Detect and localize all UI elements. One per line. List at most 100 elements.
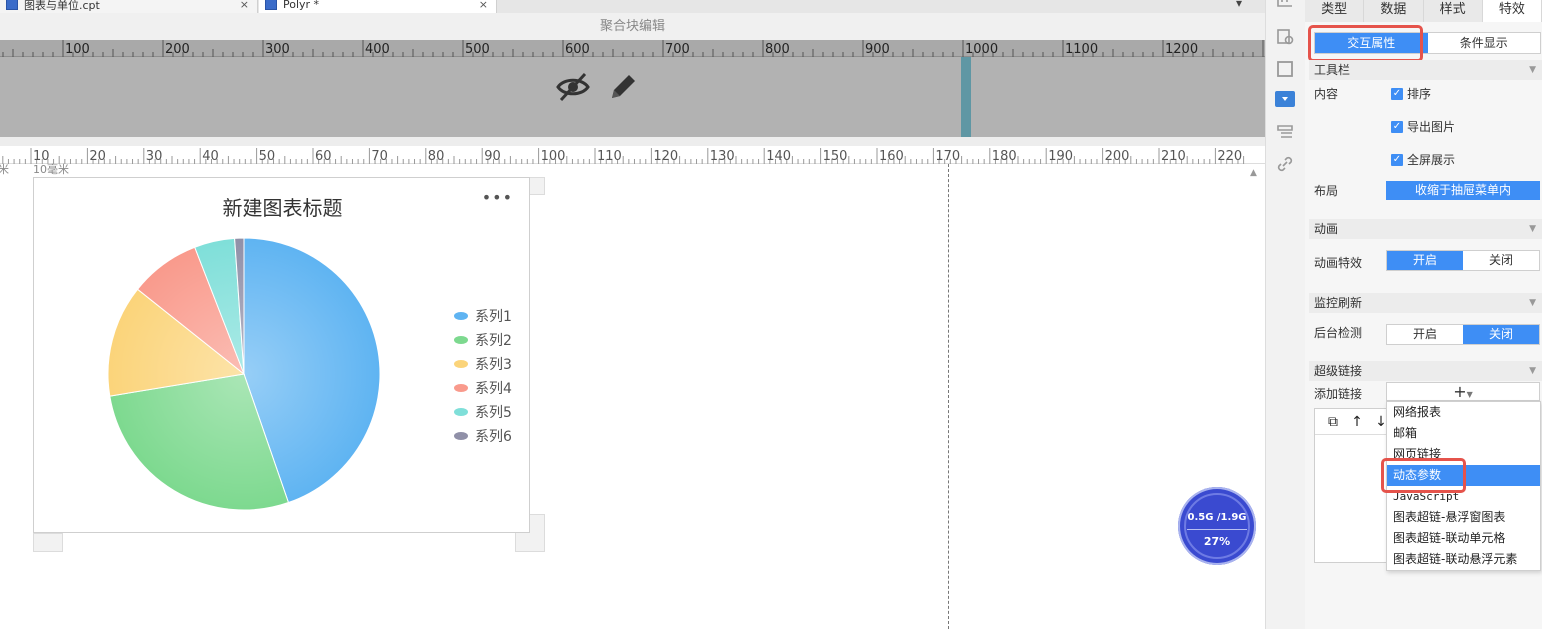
ruler-tick-label: 800 [765,42,790,57]
tab-menu-icon[interactable]: ▾ [1236,0,1242,10]
chart-title: 新建图表标题 [222,196,343,220]
legend-swatch-icon [454,432,468,440]
legend-swatch-icon [454,312,468,320]
tab-data[interactable]: 数据 [1364,0,1424,22]
chart-widget[interactable]: 新建图表标题 ••• 系列1 系列2 系列3 系列4 系列5 系列6 [33,177,530,533]
editor-separator [0,137,1265,146]
pixel-ruler: 100 200 300 400 500 600 700 800 900 1000 1100 1200 [0,40,1265,57]
chart-more-menu-icon[interactable]: ••• [482,188,513,207]
block-width-marker[interactable] [961,57,971,137]
highlight-annotation [1308,25,1423,62]
ruler-tick-label: 200 [165,42,190,57]
add-link-button[interactable]: +▼ [1386,382,1540,401]
tab-type[interactable]: 类型 [1305,0,1365,22]
legend-label: 系列6 [475,429,512,445]
legend-entry[interactable]: 系列2 [454,328,512,352]
cell-attribute-icon[interactable] [1276,0,1294,12]
fullscreen-checkbox[interactable]: ✓ 全屏展示 [1391,151,1455,168]
checkbox-label: 全屏展示 [1407,153,1456,167]
collapse-caret-icon[interactable]: ▼ [1529,60,1536,80]
legend-label: 系列2 [475,333,512,349]
legend-entry[interactable]: 系列5 [454,400,512,424]
section-title: 超级链接 [1314,364,1363,378]
close-tab-icon[interactable]: × [240,0,249,11]
tab-conditional-display[interactable]: 条件显示 [1428,33,1541,53]
ruler-tick-label: 120 [653,149,678,164]
collapse-caret-icon[interactable]: ▼ [1529,293,1536,313]
collapse-caret-icon[interactable]: ▼ [1529,361,1536,381]
frame-icon[interactable] [1276,60,1294,78]
ruler-tick-label: 700 [665,42,690,57]
ruler-tick-label: 210 [1161,149,1186,164]
legend-entry[interactable]: 系列3 [454,352,512,376]
toolbar-section-header[interactable]: 工具栏 ▼ [1309,60,1542,80]
add-link-label: 添加链接 [1314,387,1363,401]
link-option-chart-linked-cell[interactable]: 图表超链-联动单元格 [1387,528,1540,549]
checkmark-icon[interactable]: ✓ [1391,153,1403,166]
document-tab-polyr[interactable]: Polyr * × [259,0,497,13]
document-tab-label: 图表与单位.cpt [24,0,100,12]
move-up-icon[interactable]: ↑ [1345,414,1369,430]
ruler-unit-label: 10毫米 [33,163,69,176]
link-option-chart-linked-float[interactable]: 图表超链-联动悬浮元素 [1387,549,1540,570]
scroll-up-arrow-icon[interactable]: ▲ [1250,168,1257,178]
document-tab-chart-units[interactable]: 图表与单位.cpt × [0,0,258,13]
ruler-tick-label: 20 [89,149,106,164]
tab-effects[interactable]: 特效 [1482,0,1542,22]
widget-settings-icon[interactable] [1276,28,1294,46]
dropdown-arrow-icon: ▼ [1466,390,1473,399]
report-file-icon [265,0,277,10]
memory-ring [1184,493,1250,559]
chart-properties-icon[interactable] [1275,91,1295,107]
content-label: 内容 [1314,87,1339,101]
millimeter-ruler: 10 20 30 40 50 60 70 80 90 100 110 120 130 140 150 160 1… [0,146,1265,164]
section-title: 工具栏 [1314,63,1351,77]
hyperlink-section-header[interactable]: 超级链接 ▼ [1309,361,1542,381]
section-title: 监控刷新 [1314,296,1363,310]
hide-eye-icon[interactable] [555,71,591,103]
animation-off-button[interactable]: 关闭 [1463,251,1539,270]
ruler-tick-label: 40 [202,149,219,164]
link-option-chart-popup[interactable]: 图表超链-悬浮窗图表 [1387,507,1540,528]
highlight-annotation [1381,458,1466,493]
copy-icon[interactable]: ⧉ [1321,414,1345,430]
checkmark-icon[interactable]: ✓ [1391,120,1403,133]
hyperlink-icon[interactable] [1276,155,1294,173]
ruler-tick-label: 30 [146,149,163,164]
checkmark-icon[interactable]: ✓ [1391,87,1403,100]
animation-on-button[interactable]: 开启 [1387,251,1463,270]
legend-entry[interactable]: 系列1 [454,304,512,328]
monitor-on-button[interactable]: 开启 [1387,325,1463,344]
ruler-tick-label: 110 [597,149,622,164]
link-option-email[interactable]: 邮箱 [1387,423,1540,444]
close-tab-icon[interactable]: × [479,0,488,11]
monitor-off-button[interactable]: 关闭 [1463,325,1539,344]
ruler-tick-label: 100 [65,42,90,57]
data-list-icon[interactable] [1276,123,1294,141]
legend-entry[interactable]: 系列4 [454,376,512,400]
aggregate-block-area[interactable] [0,57,1265,137]
tab-style[interactable]: 样式 [1423,0,1483,22]
memory-percent: 27% [1203,535,1231,548]
animation-effect-label: 动画特效 [1314,256,1363,270]
layout-select[interactable]: 收缩于抽屉菜单内 [1386,181,1540,200]
page-boundary-line [948,164,949,629]
legend-entry[interactable]: 系列6 [454,424,512,448]
resize-handle-top-right[interactable] [529,177,545,195]
collapse-caret-icon[interactable]: ▼ [1529,219,1536,239]
checkbox-label: 导出图片 [1407,120,1456,134]
legend-swatch-icon [454,336,468,344]
sort-checkbox[interactable]: ✓ 排序 [1391,85,1431,102]
edit-pencil-icon[interactable] [607,71,639,103]
memory-usage-badge[interactable]: 0.5G /1.9G 27% [1178,487,1256,565]
memory-divider [1187,529,1247,530]
checkbox-label: 排序 [1407,87,1432,101]
resize-handle-bottom-left[interactable] [33,533,63,552]
export-image-checkbox[interactable]: ✓ 导出图片 [1391,118,1455,135]
legend-swatch-icon [454,408,468,416]
section-title: 动画 [1314,222,1339,236]
animation-section-header[interactable]: 动画 ▼ [1309,219,1542,239]
link-option-web-report[interactable]: 网络报表 [1387,402,1540,423]
monitor-refresh-section-header[interactable]: 监控刷新 ▼ [1309,293,1542,313]
ruler-tick-label: 900 [865,42,890,57]
